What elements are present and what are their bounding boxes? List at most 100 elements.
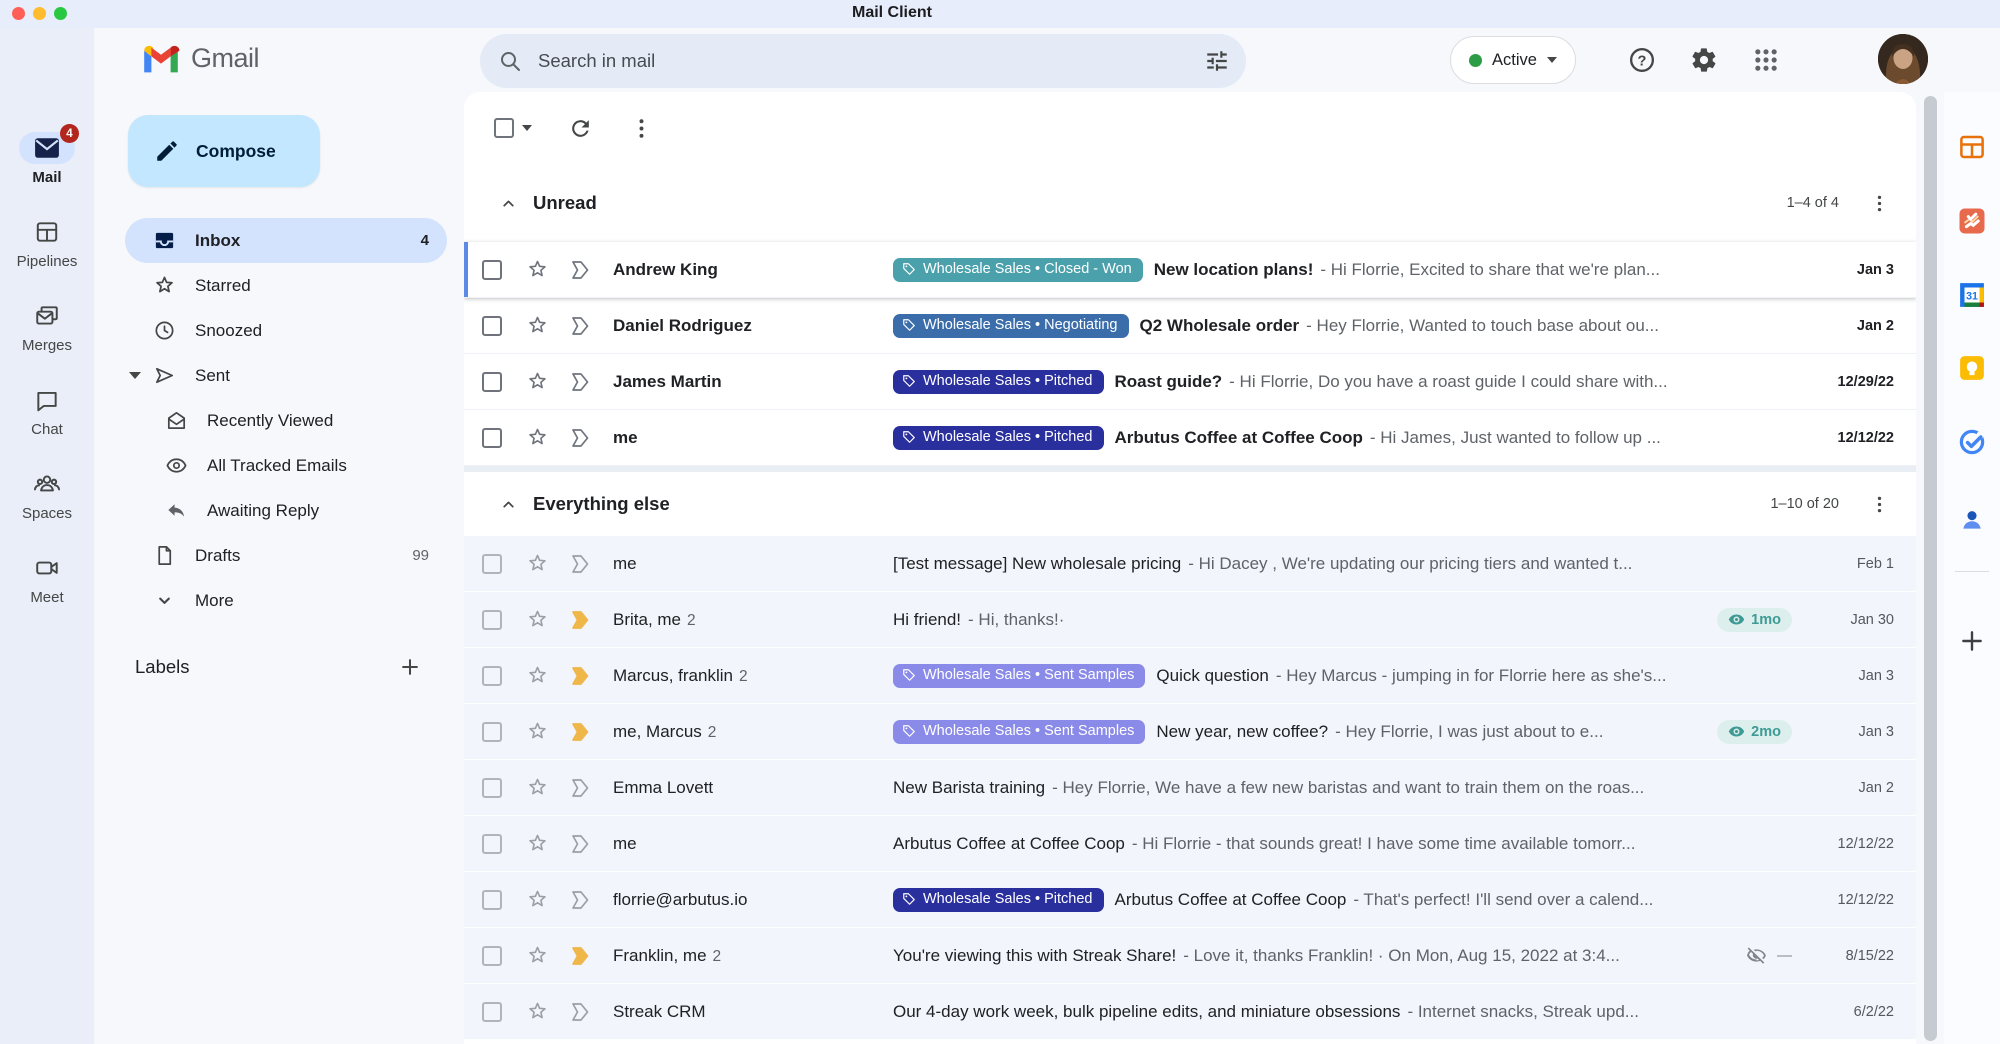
star-icon[interactable] (526, 776, 549, 799)
row-checkbox[interactable] (482, 778, 502, 798)
row-checkbox[interactable] (482, 610, 502, 630)
row-checkbox[interactable] (482, 1002, 502, 1022)
rail-item-spaces[interactable]: Spaces (0, 468, 94, 552)
pipeline-stage-badge[interactable]: Wholesale Sales • Negotiating (893, 314, 1129, 338)
sidebar-item-inbox[interactable]: Inbox 4 (125, 218, 447, 263)
help-icon[interactable]: ? (1628, 46, 1656, 74)
sidebar-item-awaiting-reply[interactable]: Awaiting Reply (125, 488, 447, 533)
star-icon[interactable] (526, 832, 549, 855)
select-all-checkbox[interactable] (494, 118, 514, 138)
email-row[interactable]: me Arbutus Coffee at Coffee Coop - Hi Fl… (464, 816, 1916, 872)
sidebar-item-sent[interactable]: Sent (125, 353, 447, 398)
row-checkbox[interactable] (482, 834, 502, 854)
search-options-icon[interactable] (1204, 48, 1230, 74)
select-dropdown-icon[interactable] (522, 125, 532, 131)
email-row[interactable]: Emma Lovett New Barista training - Hey F… (464, 760, 1916, 816)
refresh-icon[interactable] (568, 116, 593, 141)
window-minimize-button[interactable] (33, 7, 46, 20)
streak-box-icon[interactable] (569, 945, 591, 967)
rail-item-meet[interactable]: Meet (0, 552, 94, 636)
email-row[interactable]: me Wholesale Sales • Pitched Arbutus Cof… (464, 410, 1916, 466)
email-row[interactable]: Andrew King Wholesale Sales • Closed - W… (464, 242, 1916, 298)
star-icon[interactable] (526, 608, 549, 631)
rail-item-chat[interactable]: Chat (0, 384, 94, 468)
vertical-scrollbar[interactable] (1924, 96, 1937, 1041)
email-row[interactable]: me, Marcus2 Wholesale Sales • Sent Sampl… (464, 704, 1916, 760)
compose-button[interactable]: Compose (128, 115, 320, 187)
pipeline-stage-badge[interactable]: Wholesale Sales • Pitched (893, 888, 1104, 912)
rail-item-merges[interactable]: Merges (0, 300, 94, 384)
collapse-sent-icon[interactable] (129, 372, 141, 379)
star-icon[interactable] (526, 664, 549, 687)
star-icon[interactable] (526, 1000, 549, 1023)
streak-box-icon[interactable] (569, 833, 591, 855)
streak-pipelines-icon[interactable] (1957, 132, 1987, 162)
row-checkbox[interactable] (482, 260, 502, 280)
star-icon[interactable] (526, 426, 549, 449)
streak-box-icon[interactable] (569, 427, 591, 449)
streak-box-icon[interactable] (569, 609, 591, 631)
row-checkbox[interactable] (482, 554, 502, 574)
sidebar-item-recently-viewed[interactable]: Recently Viewed (125, 398, 447, 443)
email-row[interactable]: florrie@arbutus.io Wholesale Sales • Pit… (464, 872, 1916, 928)
email-row[interactable]: Streak CRM Our 4-day work week, bulk pip… (464, 984, 1916, 1040)
email-row[interactable]: James Martin Wholesale Sales • Pitched R… (464, 354, 1916, 410)
google-contacts-icon[interactable] (1959, 507, 1985, 533)
google-tasks-icon[interactable] (1957, 427, 1987, 457)
pipeline-stage-badge[interactable]: Wholesale Sales • Pitched (893, 426, 1104, 450)
rail-item-pipelines[interactable]: Pipelines (0, 216, 94, 300)
row-checkbox[interactable] (482, 372, 502, 392)
sidebar-item-drafts[interactable]: Drafts 99 (125, 533, 447, 578)
rail-item-mail[interactable]: 4 Mail (0, 132, 94, 216)
add-label-icon[interactable] (399, 656, 421, 678)
google-keep-icon[interactable] (1957, 353, 1987, 383)
status-dropdown[interactable]: Active (1450, 36, 1576, 84)
collapse-section-icon[interactable] (500, 496, 517, 513)
star-icon[interactable] (526, 720, 549, 743)
email-row[interactable]: me [Test message] New wholesale pricing … (464, 536, 1916, 592)
sidebar-item-snoozed[interactable]: Snoozed (125, 308, 447, 353)
window-zoom-button[interactable] (54, 7, 67, 20)
section-more-icon[interactable] (1869, 494, 1890, 515)
pipeline-stage-badge[interactable]: Wholesale Sales • Closed - Won (893, 258, 1143, 282)
streak-box-icon[interactable] (569, 721, 591, 743)
pipeline-stage-badge[interactable]: Wholesale Sales • Pitched (893, 370, 1104, 394)
sidebar-item-all-tracked-emails[interactable]: All Tracked Emails (125, 443, 447, 488)
search-bar[interactable] (480, 34, 1246, 88)
streak-box-icon[interactable] (569, 315, 591, 337)
row-checkbox[interactable] (482, 946, 502, 966)
section-more-icon[interactable] (1869, 193, 1890, 214)
email-row[interactable]: Daniel Rodriguez Wholesale Sales • Negot… (464, 298, 1916, 354)
email-row[interactable]: Brita, me2 Hi friend! - Hi, thanks!· 1mo… (464, 592, 1916, 648)
row-checkbox[interactable] (482, 890, 502, 910)
streak-box-icon[interactable] (569, 371, 591, 393)
row-checkbox[interactable] (482, 428, 502, 448)
star-icon[interactable] (526, 258, 549, 281)
streak-box-icon[interactable] (569, 889, 591, 911)
email-row[interactable]: Franklin, me2 You're viewing this with S… (464, 928, 1916, 984)
star-icon[interactable] (526, 552, 549, 575)
google-calendar-icon[interactable]: 31 (1957, 280, 1987, 310)
sidebar-item-more[interactable]: More (125, 578, 447, 623)
apps-grid-icon[interactable] (1752, 46, 1780, 74)
star-icon[interactable] (526, 314, 549, 337)
star-icon[interactable] (526, 888, 549, 911)
star-icon[interactable] (526, 370, 549, 393)
window-close-button[interactable] (12, 7, 25, 20)
row-checkbox[interactable] (482, 722, 502, 742)
avatar[interactable] (1878, 34, 1928, 84)
search-input[interactable] (538, 50, 1204, 72)
pipeline-stage-badge[interactable]: Wholesale Sales • Sent Samples (893, 720, 1145, 744)
streak-box-icon[interactable] (569, 777, 591, 799)
more-options-icon[interactable] (629, 116, 654, 141)
search-icon[interactable] (498, 49, 522, 73)
collapse-section-icon[interactable] (500, 195, 517, 212)
streak-box-icon[interactable] (569, 259, 591, 281)
streak-box-icon[interactable] (569, 553, 591, 575)
settings-gear-icon[interactable] (1690, 46, 1718, 74)
add-addon-icon[interactable] (1959, 628, 1985, 654)
streak-mail-merge-icon[interactable] (1957, 206, 1987, 236)
streak-box-icon[interactable] (569, 1001, 591, 1023)
pipeline-stage-badge[interactable]: Wholesale Sales • Sent Samples (893, 664, 1145, 688)
star-icon[interactable] (526, 944, 549, 967)
